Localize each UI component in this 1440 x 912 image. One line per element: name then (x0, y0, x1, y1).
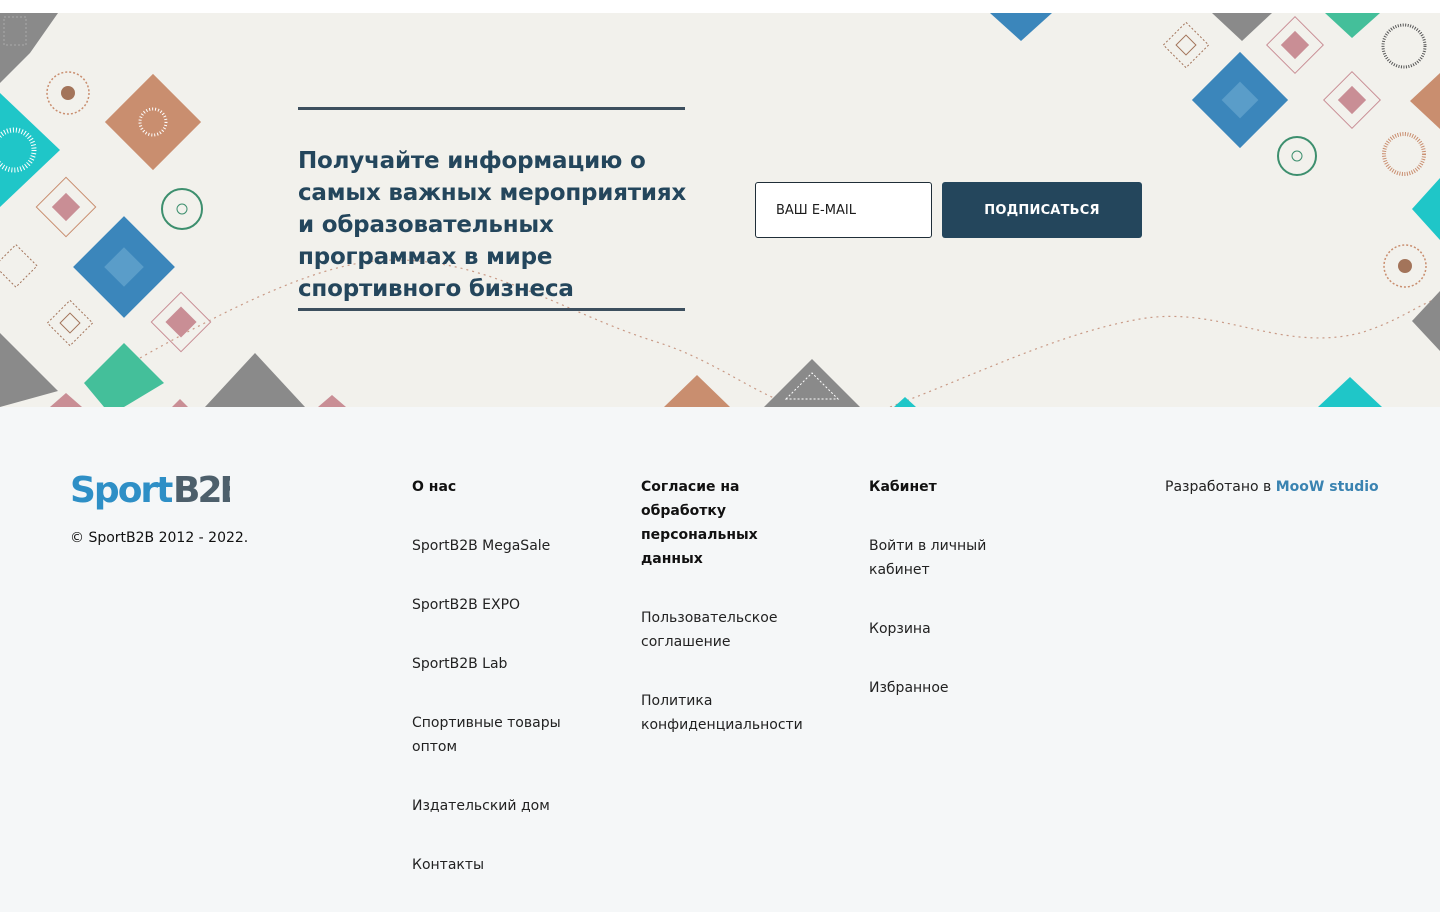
footer-column-legal: Согласие на обработку персональных данны… (641, 475, 811, 772)
sportb2b-logo[interactable]: Sport B2B (70, 467, 247, 517)
link-megasale[interactable]: SportB2B MegaSale (412, 534, 587, 558)
footer-column-about: О нас SportB2B MegaSale SportB2B EXPO Sp… (412, 475, 587, 912)
logo-mark: Sport B2B (70, 470, 247, 511)
top-strip (0, 0, 1440, 13)
svg-text:B2B: B2B (173, 470, 230, 511)
developer-prefix: Разработано в (1165, 479, 1272, 495)
link-publishing[interactable]: Издательский дом (412, 794, 587, 818)
link-personal-data-consent[interactable]: Согласие на обработку персональных данны… (641, 475, 811, 571)
subscribe-banner: Получайте информацию о самых важных меро… (0, 13, 1440, 407)
link-expo[interactable]: SportB2B EXPO (412, 593, 587, 617)
headline-bottom-rule (298, 308, 685, 311)
column-title-account: Кабинет (869, 479, 937, 495)
site-footer: Sport B2B © SportB2B 2012 - 2022. О нас … (0, 407, 1440, 900)
developer-link[interactable]: MooW studio (1276, 479, 1379, 495)
column-title-about: О нас (412, 479, 457, 495)
subscribe-button[interactable]: ПОДПИСАТЬСЯ (942, 182, 1142, 238)
link-favorites[interactable]: Избранное (869, 676, 1019, 700)
link-user-agreement[interactable]: Пользовательское соглашение (641, 606, 811, 654)
subscribe-headline: Получайте информацию о самых важных меро… (298, 148, 687, 302)
link-lab[interactable]: SportB2B Lab (412, 652, 587, 676)
footer-column-account: Кабинет Войти в личный кабинет Корзина И… (869, 475, 1019, 735)
link-login[interactable]: Войти в личный кабинет (869, 534, 1019, 582)
developer-credit: Разработано в MooW studio (1165, 475, 1379, 499)
email-input[interactable] (755, 182, 932, 238)
link-privacy-policy[interactable]: Политика конфиденциальности (641, 689, 811, 737)
copyright-text: © SportB2B 2012 - 2022. (70, 530, 249, 546)
link-cart[interactable]: Корзина (869, 617, 1019, 641)
link-contacts[interactable]: Контакты (412, 853, 587, 877)
decorative-pattern (0, 13, 1440, 407)
headline-top-rule (298, 107, 685, 110)
svg-text:Sport: Sport (70, 470, 173, 511)
link-wholesale[interactable]: Спортивные товары оптом (412, 711, 587, 759)
